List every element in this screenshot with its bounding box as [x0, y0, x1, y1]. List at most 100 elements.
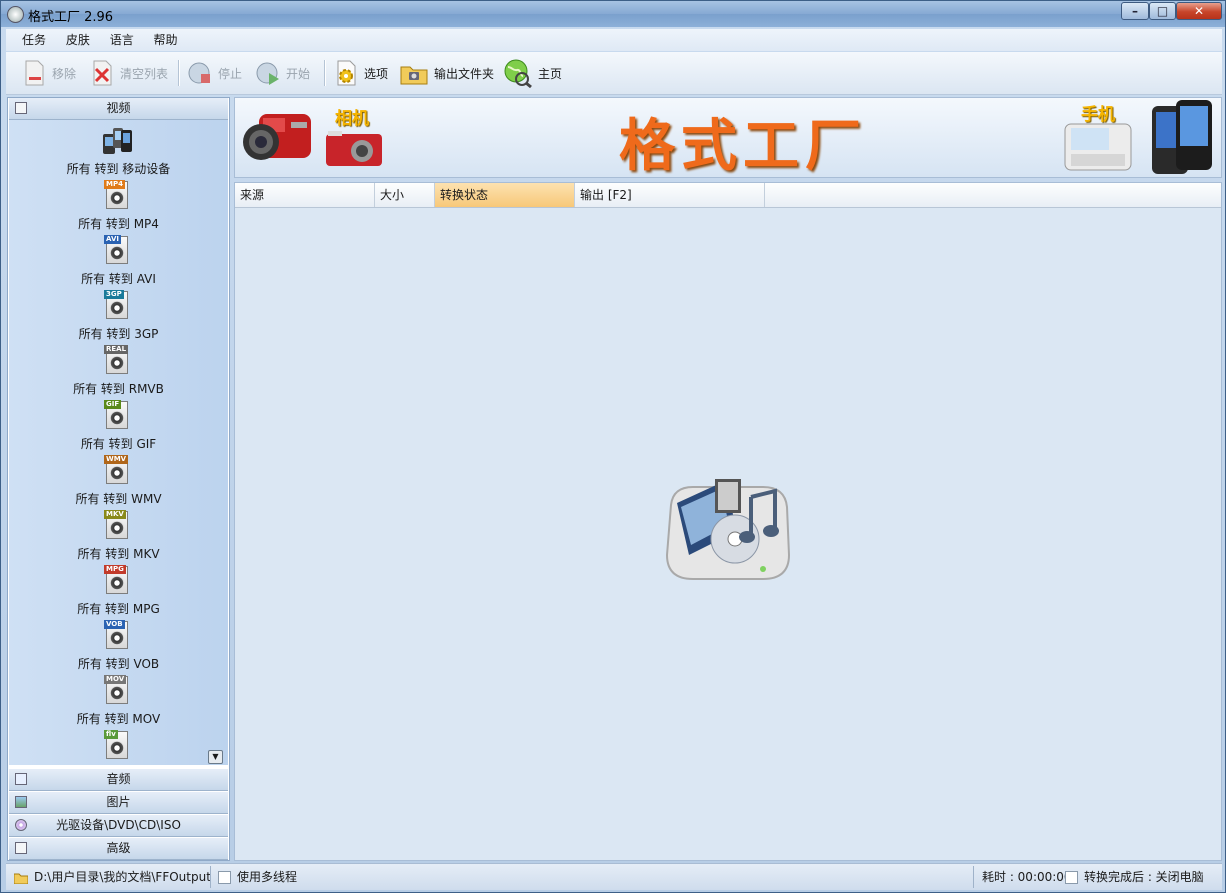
format-tag: GIF — [104, 400, 122, 409]
toolbar-separator — [324, 60, 326, 86]
home-button[interactable]: 主页 — [502, 58, 563, 89]
remove-button[interactable]: 移除 — [22, 58, 76, 88]
reel-icon — [110, 466, 124, 480]
elapsed-time: 耗时 : 00:00:00 — [982, 870, 1072, 884]
format-label: 所有 转到 GIF — [80, 437, 157, 451]
category-audio-header[interactable]: 音频 — [9, 769, 228, 791]
format-item-real[interactable]: REAL 所有 转到 RMVB — [9, 344, 228, 399]
remove-file-icon — [22, 60, 46, 86]
column-status[interactable]: 转换状态 — [435, 183, 575, 207]
format-label: 所有 转到 移动设备 — [66, 162, 171, 176]
video-format-list[interactable]: 所有 转到 移动设备 MP4 所有 转到 MP4 AVI 所有 转到 AVI 3GP 所有… — [9, 120, 228, 765]
pda-icon — [1064, 123, 1132, 171]
format-tag: AVI — [104, 235, 121, 244]
stop-button[interactable]: 停止 — [188, 58, 242, 88]
window-title: 格式工厂 2.96 — [28, 10, 114, 25]
format-tag: 3GP — [104, 290, 124, 299]
app-icon[interactable] — [7, 6, 24, 23]
clear-list-label: 清空列表 — [120, 66, 169, 81]
category-panel: 视频 所有 转到 移动设备 MP4 所有 转到 MP4 AVI 所有 转到 AVI 3G… — [7, 97, 230, 861]
home-label: 主页 — [538, 66, 563, 81]
file-format-icon: 3GP — [104, 290, 128, 319]
category-advanced-header[interactable]: 高级 — [9, 838, 228, 860]
column-output[interactable]: 输出 [F2] — [575, 183, 765, 207]
menu-task[interactable]: 任务 — [22, 29, 46, 51]
status-bar: D:\用户目录\我的文档\FFOutput 使用多线程 耗时 : 00:00:0… — [6, 863, 1222, 890]
file-format-icon: MKV — [104, 510, 128, 539]
checkbox-box[interactable] — [1065, 871, 1078, 884]
checkbox-box[interactable] — [218, 871, 231, 884]
toolbar: 移除 清空列表 停止 开始 选项 输出文件夹 主页 — [6, 52, 1222, 95]
file-format-icon: WMV — [104, 455, 129, 484]
start-button[interactable]: 开始 — [256, 58, 310, 88]
start-label: 开始 — [286, 66, 311, 81]
format-item-vob[interactable]: VOB 所有 转到 VOB — [9, 619, 228, 674]
file-format-icon: flv — [104, 730, 128, 759]
format-item-wmv[interactable]: WMV 所有 转到 WMV — [9, 454, 228, 509]
reel-icon — [110, 631, 124, 645]
minimize-button[interactable]: – — [1121, 2, 1149, 20]
format-item-avi[interactable]: AVI 所有 转到 AVI — [9, 234, 228, 289]
format-item-mkv[interactable]: MKV 所有 转到 MKV — [9, 509, 228, 564]
banner-title: 格式工厂 — [619, 114, 867, 179]
task-list-header: 来源 大小 转换状态 输出 [F2] — [235, 183, 1221, 208]
shutdown-label: 转换完成后 : 关闭电脑 — [1084, 870, 1204, 884]
mobile-devices-icon — [103, 128, 132, 154]
category-rom-label: 光驱设备\DVD\CD\ISO — [56, 818, 181, 832]
photo-camera-icon — [326, 131, 382, 166]
format-item-gif[interactable]: GIF 所有 转到 GIF — [9, 399, 228, 454]
format-item-flv[interactable]: flv所有 转到 FLV — [9, 729, 228, 765]
file-format-icon: GIF — [104, 400, 128, 429]
menu-bar: 任务 皮肤 语言 帮助 — [6, 29, 1222, 51]
category-video-header[interactable]: 视频 — [9, 98, 228, 120]
reel-icon — [110, 741, 124, 755]
menu-skin[interactable]: 皮肤 — [66, 29, 90, 51]
category-audio-label: 音频 — [106, 772, 131, 786]
status-divider — [210, 866, 211, 888]
category-video-label: 视频 — [106, 101, 131, 115]
shutdown-checkbox[interactable]: 转换完成后 : 关闭电脑 — [1065, 867, 1204, 887]
format-label: 所有 转到 AVI — [81, 272, 156, 286]
format-tag: MKV — [104, 510, 126, 519]
format-tag: REAL — [104, 345, 129, 354]
folder-icon — [13, 873, 29, 884]
menu-language[interactable]: 语言 — [110, 29, 134, 51]
folder-icon — [400, 60, 428, 86]
category-rom-header[interactable]: 光驱设备\DVD\CD\ISO — [9, 815, 228, 837]
multithread-checkbox[interactable]: 使用多线程 — [218, 867, 297, 887]
scroll-down-button[interactable]: ▼ — [208, 750, 223, 764]
format-item-mpg[interactable]: MPG 所有 转到 MPG — [9, 564, 228, 619]
category-image-label: 图片 — [106, 795, 131, 809]
format-item-mov[interactable]: MOV 所有 转到 MOV — [9, 674, 228, 729]
category-image-header[interactable]: 图片 — [9, 792, 228, 814]
format-label: 所有 转到 WMV — [75, 492, 162, 506]
title-bar[interactable]: 格式工厂 2.96 – □ ✕ — [1, 1, 1225, 27]
format-label: 所有 转到 MPG — [77, 602, 160, 616]
maximize-button[interactable]: □ — [1149, 2, 1176, 20]
menu-help[interactable]: 帮助 — [154, 29, 178, 51]
task-list[interactable]: 来源 大小 转换状态 输出 [F2] — [234, 182, 1222, 861]
column-size[interactable]: 大小 — [375, 183, 435, 207]
format-label: 所有 转到 MP4 — [78, 217, 159, 231]
format-label: 所有 转到 VOB — [77, 657, 160, 671]
format-item-mobile[interactable]: 所有 转到 移动设备 — [9, 124, 228, 179]
banner: 相机 格式工厂 手机 — [234, 97, 1222, 179]
smartphones-icon — [1152, 100, 1212, 174]
clear-list-button[interactable]: 清空列表 — [90, 58, 168, 88]
output-folder-button[interactable]: 输出文件夹 — [400, 58, 494, 88]
file-format-icon: REAL — [104, 345, 129, 374]
options-button[interactable]: 选项 — [334, 58, 388, 88]
reel-icon — [110, 411, 124, 425]
clear-x-icon — [90, 60, 114, 86]
column-source[interactable]: 来源 — [235, 183, 375, 207]
format-tag: MOV — [104, 675, 127, 684]
stop-label: 停止 — [218, 66, 243, 81]
status-divider — [973, 866, 974, 888]
output-path[interactable]: D:\用户目录\我的文档\FFOutput — [13, 867, 211, 887]
close-button[interactable]: ✕ — [1176, 2, 1222, 20]
category-advanced-label: 高级 — [106, 841, 131, 855]
format-label: 所有 转到 3GP — [78, 327, 159, 341]
format-item-3gp[interactable]: 3GP 所有 转到 3GP — [9, 289, 228, 344]
format-label: 所有 转到 MOV — [76, 712, 161, 726]
format-item-mp4[interactable]: MP4 所有 转到 MP4 — [9, 179, 228, 234]
